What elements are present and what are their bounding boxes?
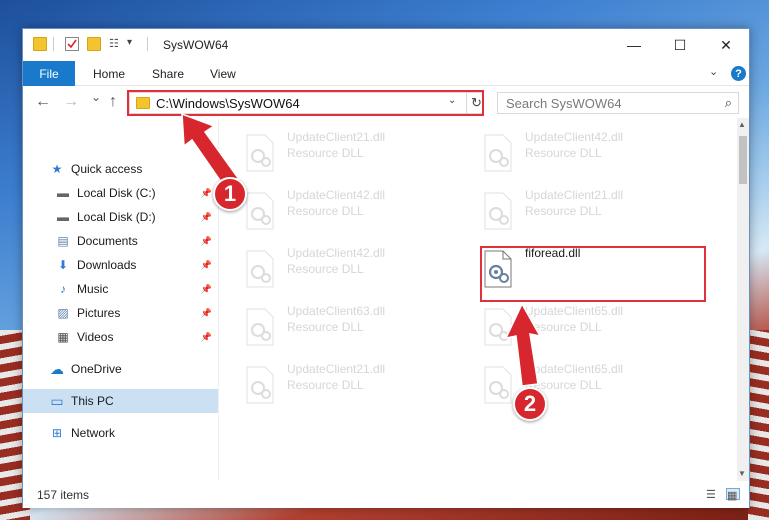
callout-badge-1: 1 — [213, 177, 247, 211]
annotation-arrows — [181, 112, 542, 387]
callout-badge-2: 2 — [513, 387, 547, 421]
arrow-1 — [181, 112, 240, 187]
arrow-2 — [504, 302, 542, 387]
